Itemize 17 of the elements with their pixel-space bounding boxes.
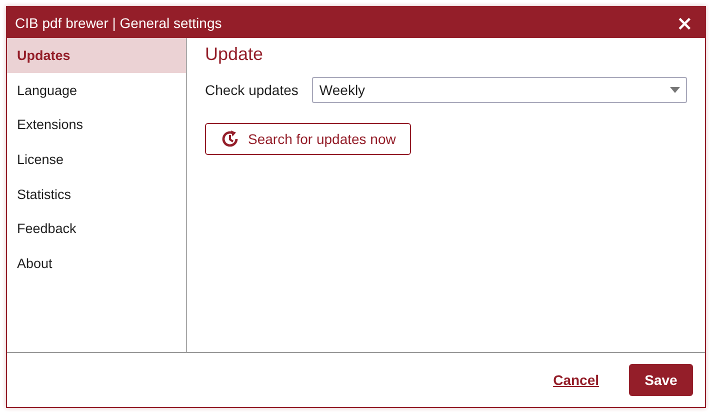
sidebar-item[interactable]: Updates — [7, 38, 186, 73]
section-heading: Update — [205, 44, 264, 65]
save-button[interactable]: Save — [629, 364, 693, 396]
sidebar-item[interactable]: Feedback — [7, 211, 186, 246]
cancel-link[interactable]: Cancel — [553, 372, 599, 388]
caret-icon — [670, 87, 680, 93]
field-label: Check updates — [205, 82, 298, 98]
window-title: CIB pdf brewer | General settings — [15, 14, 222, 30]
sidebar-item[interactable]: About — [7, 246, 186, 281]
check-updates-dropdown[interactable]: Weekly — [312, 77, 687, 103]
sidebar-item[interactable]: License — [7, 142, 186, 177]
refresh-icon — [220, 129, 240, 149]
search-updates-button[interactable]: Search for updates now — [205, 123, 411, 155]
sidebar-item[interactable]: Language — [7, 72, 186, 108]
sidebar-item[interactable]: Extensions — [7, 107, 186, 142]
close-button[interactable]: × — [672, 12, 697, 32]
sidebar-item[interactable]: Statistics — [7, 176, 186, 212]
